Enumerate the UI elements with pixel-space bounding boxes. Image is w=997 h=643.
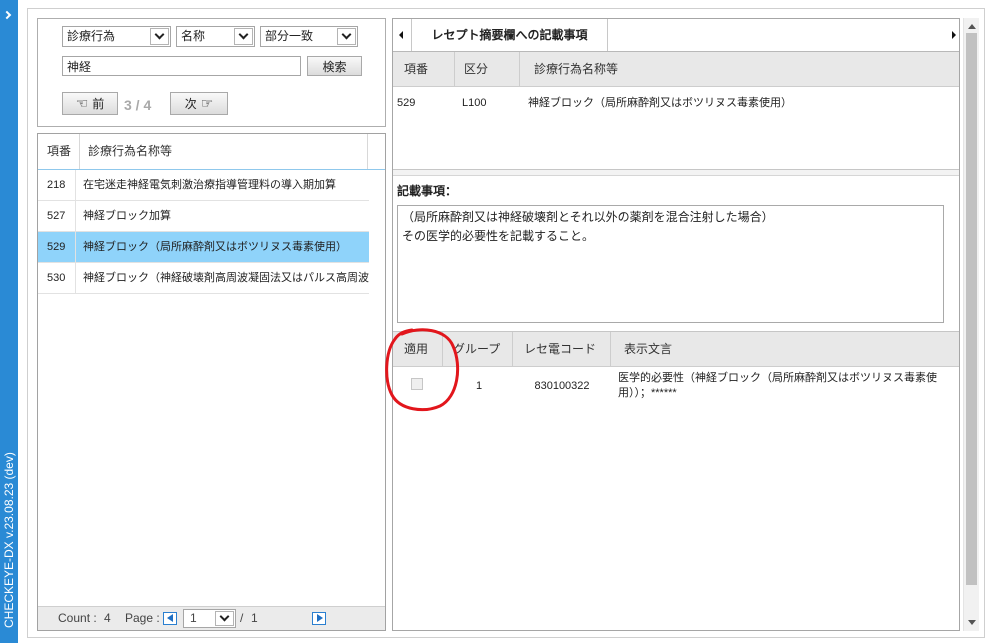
- page-separator: /: [240, 611, 244, 625]
- apply-checkbox[interactable]: [411, 378, 423, 390]
- pane-splitter[interactable]: [393, 169, 959, 176]
- total-pages: 1: [251, 611, 258, 625]
- row-number: 529: [38, 232, 76, 262]
- column-header-name[interactable]: 診療行為名称等: [80, 134, 368, 169]
- apply-cell: [393, 367, 443, 407]
- row-group: 1: [475, 380, 483, 392]
- notes-textarea[interactable]: （局所麻酔剤又は神経破壊剤とそれ以外の薬剤を混合注射した場合） その医学的必要性…: [397, 205, 944, 323]
- column-header-category[interactable]: 区分: [455, 52, 520, 86]
- table-row[interactable]: 529 神経ブロック（局所麻酔剤又はボツリヌス毒素使用）: [38, 232, 369, 263]
- column-header-number[interactable]: 項番: [38, 134, 80, 169]
- row-name: 神経ブロック（神経破壊剤高周波凝固法又はパルス高周波: [83, 272, 369, 284]
- row-number: 530: [38, 263, 76, 293]
- column-header-spacer: [368, 134, 385, 169]
- tab-bar: レセプト摘要欄への記載事項: [393, 19, 959, 52]
- page-scrollbar[interactable]: [963, 18, 979, 631]
- count-label: Count :: [58, 611, 97, 625]
- prev-result-button[interactable]: 前: [62, 92, 118, 115]
- sidebar: CHECKEYE-DX v.23.08.23 (dev): [0, 0, 18, 643]
- hand-pointing-left-icon: [76, 97, 89, 111]
- table-row[interactable]: 218 在宅迷走神経電気刺激治療指導管理料の導入期加算: [38, 170, 369, 201]
- chevron-down-icon: [234, 28, 253, 45]
- column-header-text[interactable]: 表示文言: [611, 332, 959, 366]
- next-page-icon[interactable]: [312, 612, 326, 625]
- match-mode-select-value: 部分一致: [265, 29, 314, 43]
- row-code: 830100322: [534, 380, 590, 392]
- row-name: 神経ブロック（局所麻酔剤又はボツリヌス毒素使用）: [528, 97, 792, 109]
- scroll-up-icon[interactable]: [968, 24, 976, 29]
- row-name: 神経ブロック（局所麻酔剤又はボツリヌス毒素使用）: [83, 241, 347, 253]
- category-select[interactable]: 診療行為: [62, 26, 171, 47]
- chevron-down-icon: [337, 28, 356, 45]
- search-button-label: 検索: [322, 59, 347, 74]
- results-table-header: 項番 診療行為名称等: [38, 134, 385, 170]
- procedure-table-header: 項番 区分 診療行為名称等: [393, 52, 959, 87]
- comment-table-header: 適用 グループ レセ電コード 表示文言: [393, 331, 959, 367]
- next-button-label: 次: [184, 97, 197, 111]
- tab-scroll-left-icon[interactable]: [399, 31, 403, 39]
- row-name: 神経ブロック加算: [83, 210, 171, 222]
- category-select-value: 診療行為: [67, 29, 116, 43]
- hand-pointing-right-icon: [201, 97, 214, 111]
- table-row[interactable]: 1 830100322 医学的必要性（神経ブロック（局所麻酔剤又はボツリヌス毒素…: [393, 367, 959, 407]
- row-number: 529: [397, 97, 416, 109]
- page-select[interactable]: 1: [183, 609, 236, 628]
- table-row[interactable]: 527 神経ブロック加算: [38, 201, 369, 232]
- column-header-code[interactable]: レセ電コード: [513, 332, 611, 366]
- sidebar-toggle-button[interactable]: [2, 8, 16, 22]
- first-page-icon[interactable]: [163, 612, 177, 625]
- field-select-value: 名称: [181, 29, 206, 43]
- results-pager: Count : 4 Page : 1 / 1: [38, 606, 385, 630]
- search-panel: 診療行為 名称 部分一致 検索 前 3 / 4 次: [37, 18, 386, 127]
- tab-receipt-notes[interactable]: レセプト摘要欄への記載事項: [411, 19, 608, 51]
- row-text: 医学的必要性（神経ブロック（局所麻酔剤又はボツリヌス毒素使用））；******: [618, 372, 937, 399]
- chevron-down-icon: [215, 611, 234, 626]
- row-number: 218: [38, 170, 76, 200]
- field-select[interactable]: 名称: [176, 26, 255, 47]
- match-mode-select[interactable]: 部分一致: [260, 26, 358, 47]
- row-number: 527: [38, 201, 76, 231]
- search-input[interactable]: [62, 56, 301, 76]
- page-select-value: 1: [190, 611, 197, 625]
- tab-scroll-right-icon[interactable]: [952, 31, 956, 39]
- table-row[interactable]: 529 L100 神経ブロック（局所麻酔剤又はボツリヌス毒素使用）: [393, 88, 959, 118]
- notes-label: 記載事項：: [397, 184, 458, 198]
- page-label: Page :: [125, 611, 160, 625]
- detail-panel: レセプト摘要欄への記載事項 項番 区分 診療行為名称等 529 L100 神経ブ…: [392, 18, 960, 631]
- column-header-name[interactable]: 診療行為名称等: [520, 52, 959, 86]
- app-version-label: CHECKEYE-DX v.23.08.23 (dev): [2, 452, 16, 628]
- scrollbar-thumb[interactable]: [966, 33, 977, 585]
- prev-button-label: 前: [92, 97, 105, 111]
- results-panel: 項番 診療行為名称等 218 在宅迷走神経電気刺激治療指導管理料の導入期加算 5…: [37, 133, 386, 631]
- count-value: 4: [104, 611, 111, 625]
- chevron-down-icon: [150, 28, 169, 45]
- scroll-down-icon[interactable]: [968, 620, 976, 625]
- row-name: 在宅迷走神経電気刺激治療指導管理料の導入期加算: [83, 179, 336, 191]
- column-header-group[interactable]: グループ: [443, 332, 513, 366]
- next-result-button[interactable]: 次: [170, 92, 228, 115]
- row-text-cell: 医学的必要性（神経ブロック（局所麻酔剤又はボツリヌス毒素使用））；******: [611, 367, 959, 407]
- result-position: 3 / 4: [124, 97, 152, 113]
- search-button[interactable]: 検索: [307, 56, 362, 76]
- column-header-number[interactable]: 項番: [393, 52, 455, 86]
- column-header-apply[interactable]: 適用: [393, 332, 443, 366]
- chevron-right-icon: [2, 10, 12, 20]
- row-category: L100: [462, 97, 487, 109]
- table-row[interactable]: 530 神経ブロック（神経破壊剤高周波凝固法又はパルス高周波: [38, 263, 369, 294]
